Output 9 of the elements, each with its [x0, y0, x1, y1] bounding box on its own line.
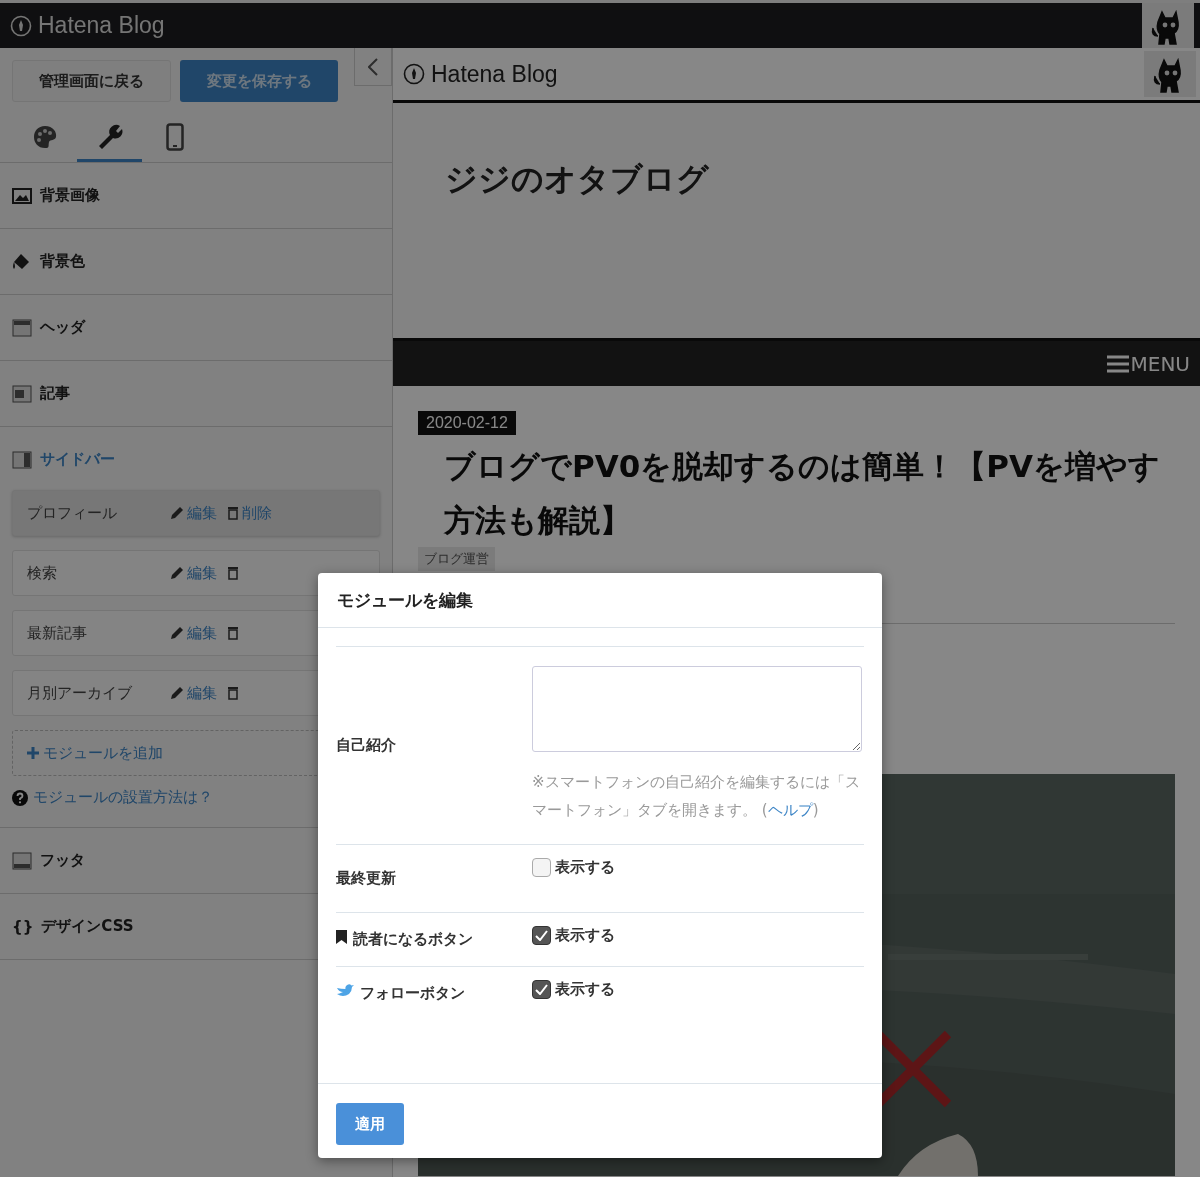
blog-title: ジジのオタブログ: [445, 160, 709, 198]
post-title: ブログでPV0を脱却するのは簡単！【PVを増やす方法も解説】: [444, 447, 1161, 540]
blog-logo: Hatena Blog: [431, 60, 558, 88]
field-label: 読者になるボタン: [353, 930, 473, 949]
post-date: 2020-02-12: [418, 411, 516, 435]
braces-icon: {}: [12, 917, 34, 936]
app-logo: Hatena Blog: [38, 12, 165, 39]
help-note: ※スマートフォンの自己紹介を編集するには「スマートフォン」タブを開きます。 (ヘルプ): [532, 772, 861, 821]
field-label: フォローボタン: [360, 984, 465, 1003]
